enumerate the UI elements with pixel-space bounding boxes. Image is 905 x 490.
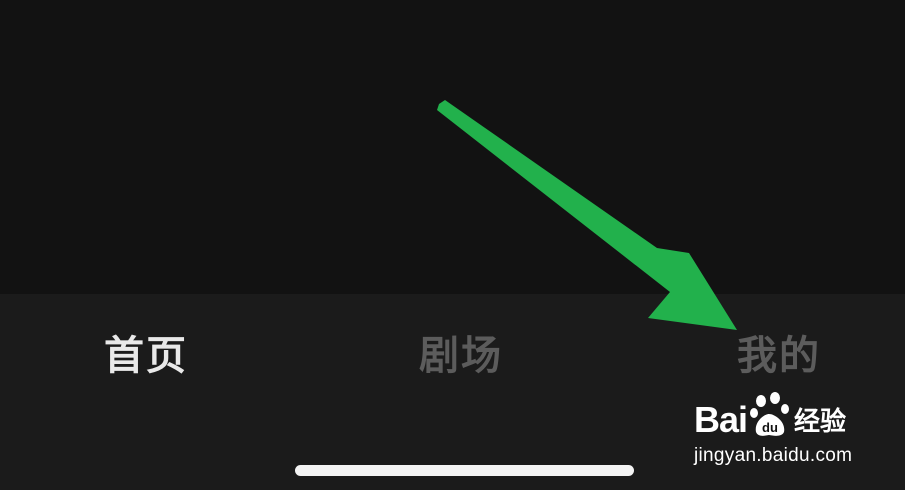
content-area	[0, 0, 905, 294]
tab-theater[interactable]: 剧场	[419, 326, 503, 386]
baidu-paw-icon: du	[750, 392, 789, 436]
home-indicator[interactable]	[295, 465, 634, 476]
app-screen: 首页 剧场 我的 Bai du 经验 jingyan.baidu.com	[0, 0, 905, 490]
watermark-url: jingyan.baidu.com	[694, 445, 853, 466]
watermark-brand-suffix: du	[762, 420, 778, 435]
tab-home[interactable]: 首页	[104, 326, 188, 386]
tab-mine[interactable]: 我的	[737, 326, 821, 386]
watermark-brand: Bai	[694, 399, 748, 440]
watermark-logo: Bai du 经验	[694, 392, 899, 442]
baidu-jingyan-watermark: Bai du 经验 jingyan.baidu.com	[694, 392, 899, 472]
watermark-product: 经验	[794, 407, 847, 437]
